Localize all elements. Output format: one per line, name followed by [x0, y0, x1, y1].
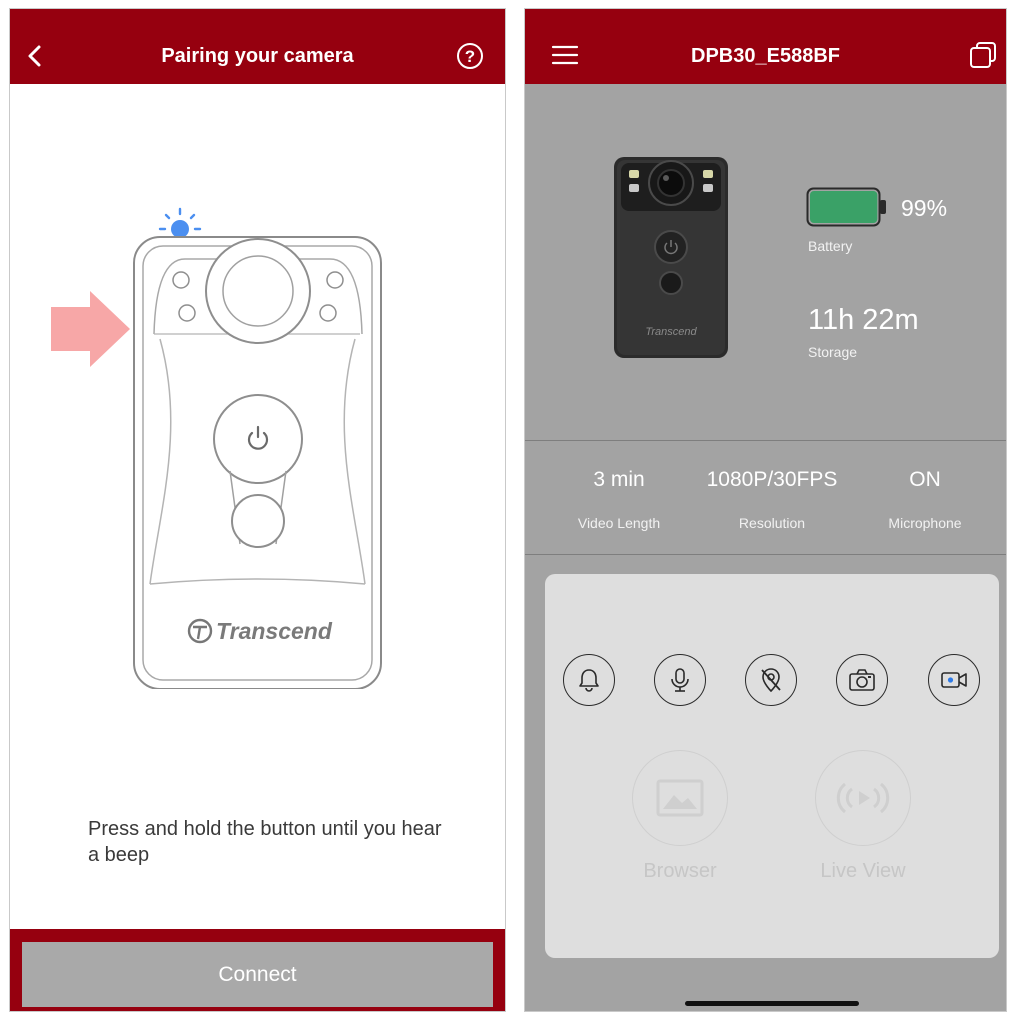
svg-text:Transcend: Transcend: [645, 326, 697, 338]
stats-divider-top: [525, 440, 1006, 441]
copy-icon: [970, 42, 996, 68]
help-button[interactable]: ?: [456, 42, 484, 70]
microphone-button[interactable]: [654, 654, 706, 706]
svg-text:?: ?: [465, 47, 475, 66]
video-record-icon: [941, 672, 967, 688]
page-title: Pairing your camera: [161, 45, 354, 67]
microphone-label: Microphone: [888, 515, 962, 531]
microphone-value: ON: [909, 468, 941, 491]
snapshot-button[interactable]: [836, 654, 888, 706]
location-off-icon: [761, 668, 781, 693]
battery-label: Battery: [808, 238, 853, 254]
resolution-label: Resolution: [738, 515, 806, 531]
dashboard-header: DPB30_E588BF: [525, 9, 1006, 84]
resolution-value: 1080P/30FPS: [706, 468, 838, 491]
location-button[interactable]: [745, 654, 797, 706]
storage-value: 11h 22m: [808, 304, 919, 336]
video-length-value: 3 min: [593, 468, 645, 491]
connect-button[interactable]: Connect: [22, 942, 493, 1007]
pairing-header: Pairing your camera ?: [10, 9, 505, 84]
alarm-button[interactable]: [563, 654, 615, 706]
bell-icon: [579, 669, 599, 692]
controls-panel: Browser Live View: [545, 574, 999, 958]
battery-icon: [806, 187, 886, 227]
device-name: DPB30_E588BF: [691, 45, 840, 67]
camera-icon: [849, 669, 875, 691]
video-length-label: Video Length: [577, 515, 661, 531]
browser-button[interactable]: [632, 750, 728, 846]
storage-label: Storage: [808, 344, 858, 360]
copy-button[interactable]: [969, 41, 997, 69]
question-circle-icon: ?: [457, 43, 483, 69]
connect-bar: Connect: [10, 929, 505, 1011]
record-button[interactable]: [928, 654, 980, 706]
stats-divider-bottom: [525, 554, 1006, 555]
pairing-screen: Pairing your camera ? Transcend Press an…: [9, 8, 506, 1012]
device-dashboard-screen: DPB30_E588BF Transcend 99% Battery 11h 2: [524, 8, 1007, 1012]
press-arrow-icon: [51, 291, 130, 367]
camera-illustration: Transcend: [51, 207, 382, 689]
browser-label: Browser: [643, 860, 717, 882]
device-photo: Transcend: [614, 157, 728, 358]
svg-text:Transcend: Transcend: [216, 618, 333, 644]
live-view-label: Live View: [820, 860, 906, 882]
pairing-instruction: Press and hold the button until you hear…: [88, 818, 442, 866]
battery-value: 99%: [901, 195, 948, 221]
live-stream-icon: [836, 782, 890, 814]
live-view-button[interactable]: [815, 750, 911, 846]
microphone-icon: [671, 668, 689, 692]
image-gallery-icon: [656, 779, 704, 817]
home-indicator: [685, 1001, 859, 1006]
